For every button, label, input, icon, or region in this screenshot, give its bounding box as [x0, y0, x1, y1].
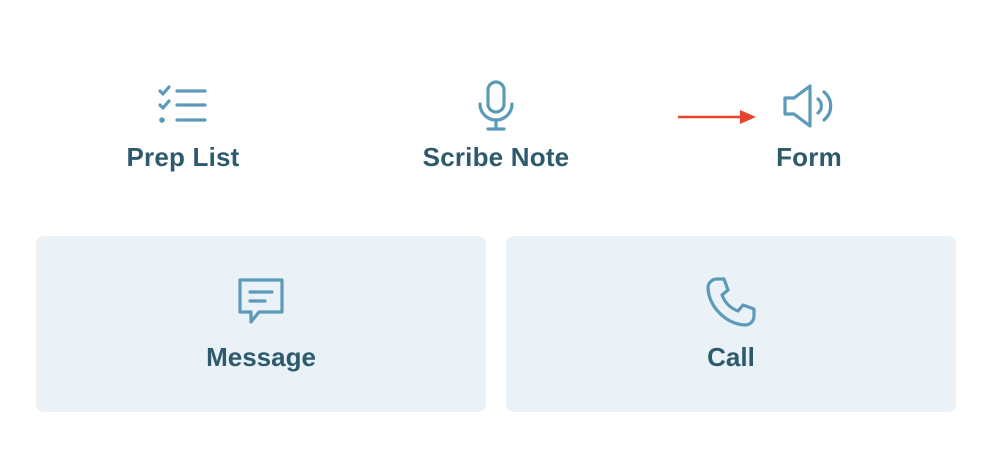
prep-list-button[interactable]: Prep List [73, 78, 293, 188]
checklist-icon [155, 78, 211, 134]
quick-actions-panel: Prep List Scribe Note Form Message Call [0, 0, 996, 452]
prep-list-label: Prep List [126, 142, 240, 172]
form-label: Form [776, 142, 842, 172]
scribe-note-label: Scribe Note [422, 142, 570, 172]
arrow-annotation [678, 110, 756, 124]
phone-icon [703, 274, 759, 330]
call-button[interactable]: Call [506, 236, 956, 412]
action-row: Prep List Scribe Note Form [0, 78, 996, 188]
microphone-icon [468, 78, 524, 134]
speaker-icon [781, 78, 837, 134]
message-icon [233, 274, 289, 330]
call-label: Call [707, 342, 755, 372]
message-label: Message [206, 342, 316, 372]
scribe-note-button[interactable]: Scribe Note [386, 78, 606, 188]
message-button[interactable]: Message [36, 236, 486, 412]
form-button[interactable]: Form [699, 78, 919, 188]
